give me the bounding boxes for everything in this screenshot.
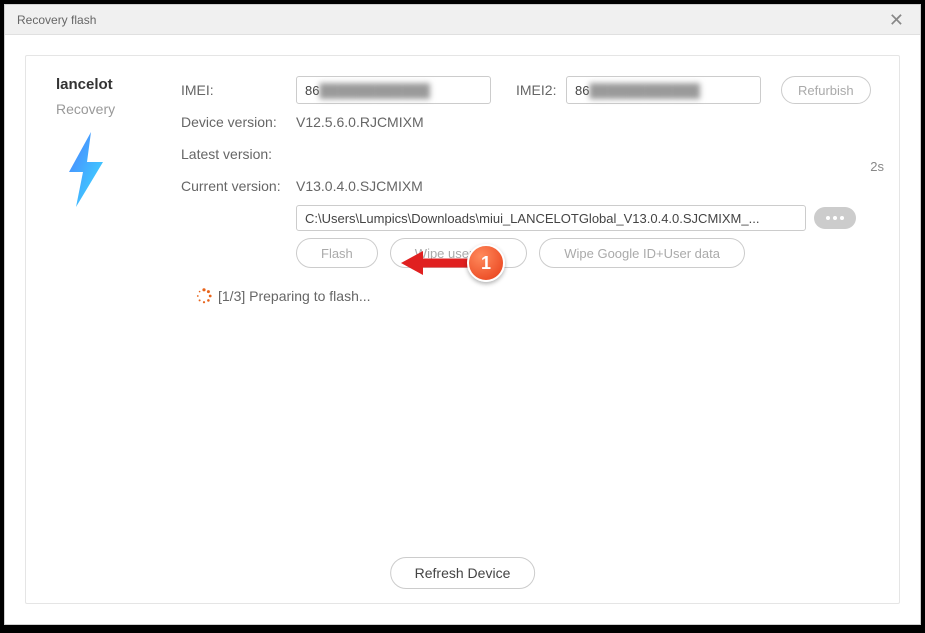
inner-panel: lancelot Recovery	[25, 55, 900, 604]
wipe-google-button[interactable]: Wipe Google ID+User data	[539, 238, 745, 268]
current-version-label: Current version:	[181, 178, 296, 194]
refresh-device-button[interactable]: Refresh Device	[390, 557, 536, 589]
content: lancelot Recovery	[5, 35, 920, 624]
latest-version-row: Latest version:	[181, 140, 871, 168]
device-version-row: Device version: V12.5.6.0.RJCMIXM	[181, 108, 871, 136]
device-version-label: Device version:	[181, 114, 296, 130]
imei-label: IMEI:	[181, 82, 296, 98]
annotation: 1	[401, 244, 505, 282]
window: Recovery flash ✕ lancelot Recovery	[4, 4, 921, 625]
device-name: lancelot	[56, 76, 156, 93]
device-version-value: V12.5.6.0.RJCMIXM	[296, 114, 424, 130]
lightning-icon	[61, 132, 156, 212]
titlebar: Recovery flash ✕	[5, 5, 920, 35]
arrow-icon	[401, 248, 471, 278]
path-input[interactable]: C:\Users\Lumpics\Downloads\miui_LANCELOT…	[296, 205, 806, 231]
imei-input[interactable]: 86████████████	[296, 76, 491, 104]
action-buttons: Flash Wipe user data Wipe Google ID+User…	[296, 238, 871, 268]
flash-button[interactable]: Flash	[296, 238, 378, 268]
device-info: lancelot Recovery	[56, 76, 156, 304]
annotation-badge: 1	[467, 244, 505, 282]
close-icon[interactable]: ✕	[883, 9, 910, 31]
device-details: IMEI: 86████████████ IMEI2: 86██████████…	[181, 76, 871, 304]
current-version-value: V13.0.4.0.SJCMIXM	[296, 178, 423, 194]
current-version-row: Current version: V13.0.4.0.SJCMIXM	[181, 172, 871, 200]
window-title: Recovery flash	[17, 13, 96, 27]
device-mode: Recovery	[56, 101, 156, 117]
refurbish-button[interactable]: Refurbish	[781, 76, 871, 104]
spinner-icon	[196, 288, 212, 304]
timer: 2s	[870, 159, 884, 174]
latest-version-label: Latest version:	[181, 146, 296, 162]
path-row: C:\Users\Lumpics\Downloads\miui_LANCELOT…	[296, 204, 871, 232]
status-row: [1/3] Preparing to flash...	[196, 288, 871, 304]
status-text: [1/3] Preparing to flash...	[218, 288, 371, 304]
imei2-input[interactable]: 86████████████	[566, 76, 761, 104]
imei2-label: IMEI2:	[516, 82, 566, 98]
more-button[interactable]	[814, 207, 856, 229]
imei-row: IMEI: 86████████████ IMEI2: 86██████████…	[181, 76, 871, 104]
